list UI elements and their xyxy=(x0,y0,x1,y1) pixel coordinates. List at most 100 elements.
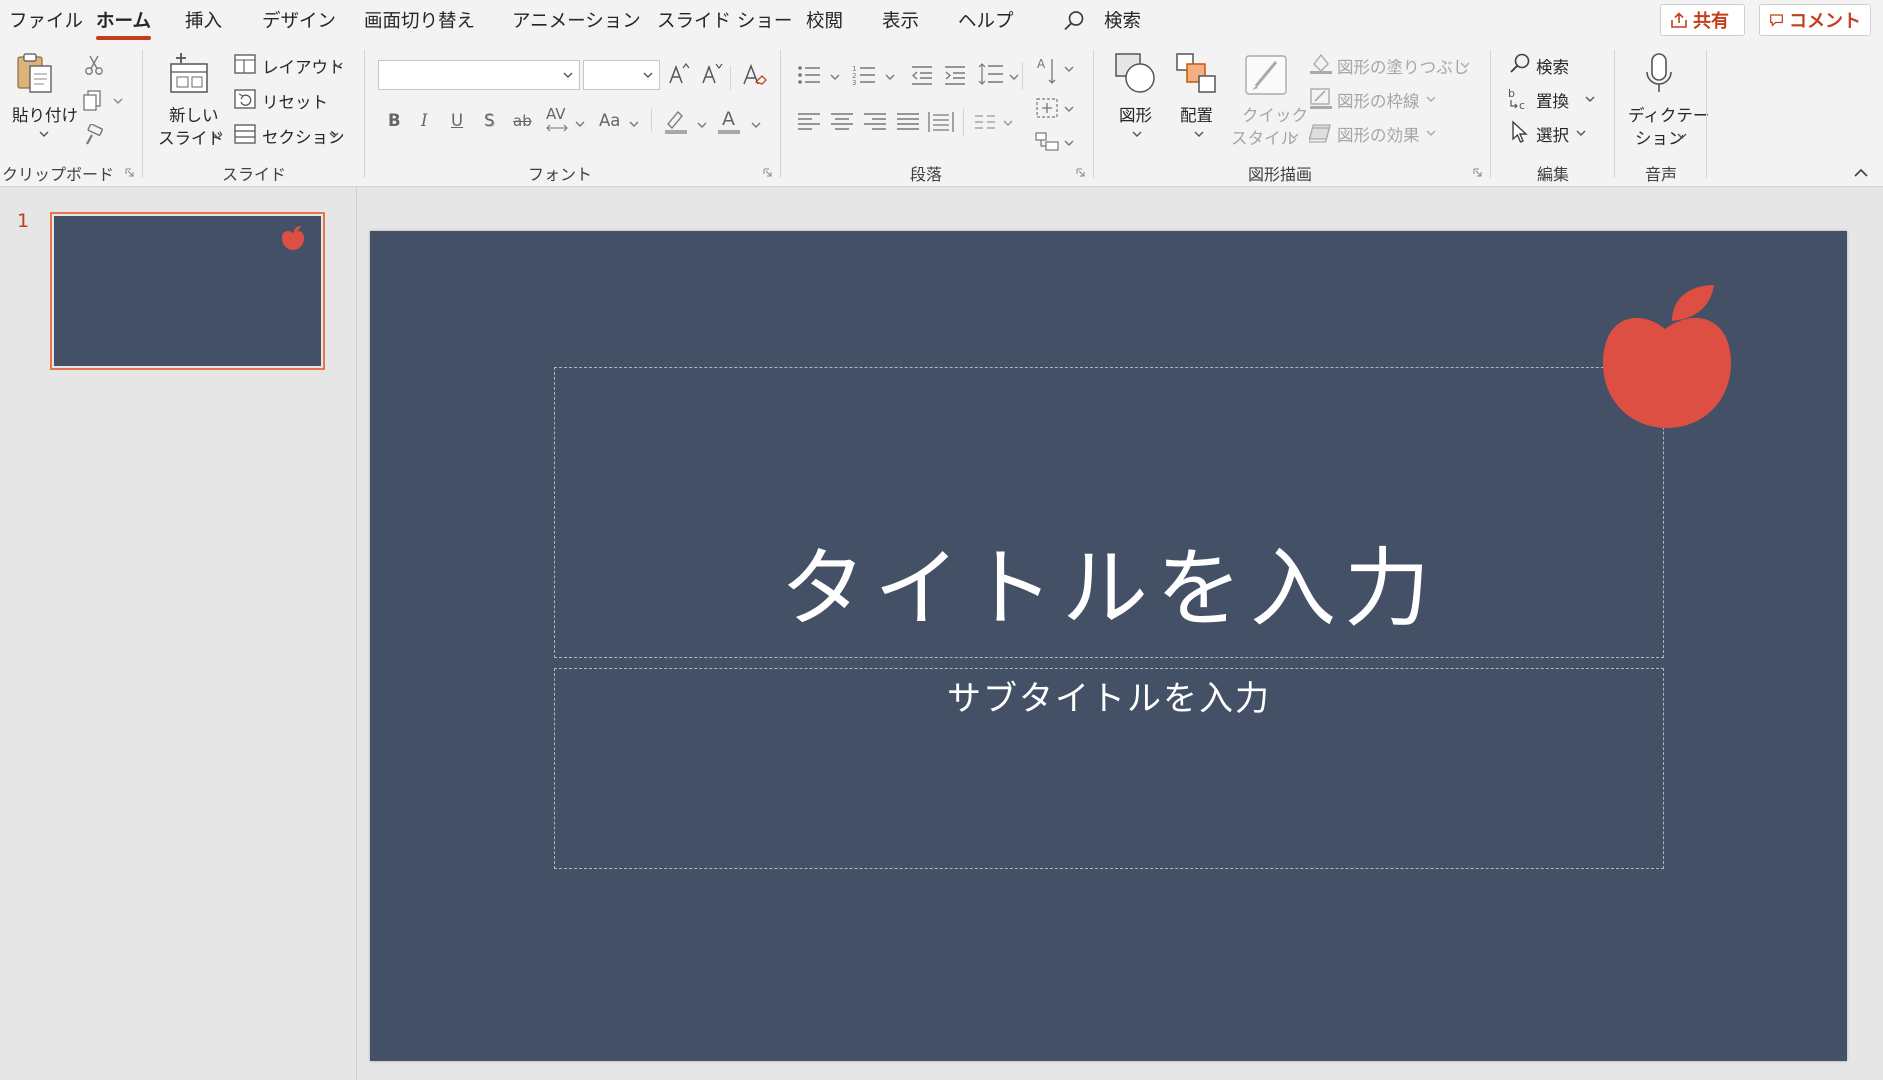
chevron-down-icon[interactable] xyxy=(563,72,573,78)
paste-icon[interactable] xyxy=(16,52,54,94)
subtitle-placeholder[interactable]: サブタイトルを入力 xyxy=(554,668,1664,869)
search-icon[interactable] xyxy=(1063,10,1085,32)
shrink-font-icon[interactable] xyxy=(701,62,723,86)
new-slide-label-1[interactable]: 新しい xyxy=(169,102,219,126)
dictate-label-1[interactable]: ディクテー xyxy=(1628,102,1709,126)
shape-effects-dropdown-icon[interactable] xyxy=(1426,130,1436,136)
strikethrough-button[interactable]: ab xyxy=(513,112,532,130)
new-slide-dropdown-icon[interactable] xyxy=(213,133,223,139)
tab-home[interactable]: ホーム xyxy=(96,7,151,40)
tab-file[interactable]: ファイル xyxy=(9,7,83,33)
tab-review[interactable]: 校閲 xyxy=(806,7,843,33)
numbering-icon[interactable]: 1 2 3 xyxy=(852,64,876,86)
clipboard-launcher-icon[interactable] xyxy=(125,168,134,177)
align-right-icon[interactable] xyxy=(863,112,887,132)
tab-transitions[interactable]: 画面切り替え xyxy=(364,7,475,33)
find-button[interactable]: 検索 xyxy=(1536,54,1569,78)
shape-fill-icon[interactable] xyxy=(1309,52,1333,74)
reset-button[interactable]: リセット xyxy=(262,89,328,113)
line-spacing-dropdown-icon[interactable] xyxy=(1009,74,1019,80)
arrange-dropdown-icon[interactable] xyxy=(1194,131,1204,137)
font-size-combo[interactable] xyxy=(583,60,660,90)
change-case-button[interactable]: Aa xyxy=(599,111,620,130)
section-dropdown-icon[interactable] xyxy=(329,132,339,138)
tab-view[interactable]: 表示 xyxy=(882,7,919,33)
shape-effects-button[interactable]: 図形の効果 xyxy=(1337,122,1420,146)
arrange-icon[interactable] xyxy=(1175,52,1219,94)
reset-icon[interactable] xyxy=(234,89,256,109)
select-button[interactable]: 選択 xyxy=(1536,122,1569,146)
replace-icon[interactable]: b c xyxy=(1507,86,1533,112)
select-cursor-icon[interactable] xyxy=(1510,120,1530,144)
tab-design[interactable]: デザイン xyxy=(262,7,336,33)
bold-button[interactable]: B xyxy=(388,111,401,130)
tab-help[interactable]: ヘルプ xyxy=(958,7,1014,33)
share-button[interactable]: 共有 xyxy=(1660,4,1745,36)
format-painter-icon[interactable] xyxy=(82,124,104,146)
shape-outline-icon[interactable] xyxy=(1309,87,1333,109)
spacing-dropdown-icon[interactable] xyxy=(575,121,585,127)
shape-outline-button[interactable]: 図形の枠線 xyxy=(1337,88,1420,112)
align-center-icon[interactable] xyxy=(830,112,854,132)
drawing-launcher-icon[interactable] xyxy=(1473,168,1482,177)
text-shadow-button[interactable]: S xyxy=(484,111,494,130)
slide-subtitle[interactable]: サブタイトルを入力 xyxy=(555,671,1663,720)
character-spacing-button[interactable]: AV xyxy=(546,105,566,123)
search-box[interactable]: 検索 xyxy=(1104,7,1141,33)
quick-styles-dropdown-icon[interactable] xyxy=(1289,133,1299,139)
slide-thumbnail[interactable] xyxy=(50,212,325,370)
underline-button[interactable]: U xyxy=(451,111,463,130)
layout-dropdown-icon[interactable] xyxy=(333,62,343,68)
microphone-icon[interactable] xyxy=(1644,52,1674,96)
replace-dropdown-icon[interactable] xyxy=(1585,96,1595,102)
shapes-button[interactable]: 図形 xyxy=(1119,102,1152,126)
layout-icon[interactable] xyxy=(234,54,256,74)
chevron-down-icon[interactable] xyxy=(643,72,653,78)
justify-icon[interactable] xyxy=(896,112,920,132)
shape-outline-dropdown-icon[interactable] xyxy=(1426,96,1436,102)
clear-formatting-icon[interactable] xyxy=(741,62,767,88)
paragraph-launcher-icon[interactable] xyxy=(1076,168,1085,177)
numbering-dropdown-icon[interactable] xyxy=(885,74,895,80)
slide-title[interactable]: タイトルを入力 xyxy=(555,518,1663,643)
font-color-button[interactable]: A xyxy=(722,108,735,130)
cut-icon[interactable] xyxy=(84,54,104,76)
align-left-icon[interactable] xyxy=(797,112,821,132)
align-text-dropdown-icon[interactable] xyxy=(1064,106,1074,112)
case-dropdown-icon[interactable] xyxy=(629,121,639,127)
increase-indent-icon[interactable] xyxy=(943,64,967,86)
line-spacing-icon[interactable] xyxy=(978,62,1004,86)
quick-styles-icon[interactable] xyxy=(1244,52,1288,96)
decrease-indent-icon[interactable] xyxy=(910,64,934,86)
text-direction-icon[interactable]: A xyxy=(1034,56,1060,86)
tab-slideshow[interactable]: スライド ショー xyxy=(657,7,792,33)
shape-fill-button[interactable]: 図形の塗りつぶし xyxy=(1337,54,1469,78)
highlight-icon[interactable] xyxy=(663,108,689,134)
distributed-icon[interactable] xyxy=(928,110,954,134)
highlight-dropdown-icon[interactable] xyxy=(697,122,707,128)
columns-icon[interactable] xyxy=(974,114,996,130)
tab-insert[interactable]: 挿入 xyxy=(185,7,222,33)
font-launcher-icon[interactable] xyxy=(763,168,772,177)
paste-button[interactable]: 貼り付け xyxy=(12,102,78,126)
tab-animations[interactable]: アニメーション xyxy=(512,7,641,33)
quick-styles-label-1[interactable]: クイック xyxy=(1242,102,1308,126)
grow-font-icon[interactable] xyxy=(668,62,690,86)
slide-canvas[interactable]: タイトルを入力 サブタイトルを入力 xyxy=(370,231,1847,1061)
collapse-ribbon-icon[interactable] xyxy=(1853,168,1869,178)
align-text-icon[interactable] xyxy=(1034,96,1060,120)
copy-dropdown-icon[interactable] xyxy=(113,98,123,104)
new-slide-icon[interactable] xyxy=(168,52,212,96)
arrange-button[interactable]: 配置 xyxy=(1180,102,1213,126)
font-name-combo[interactable] xyxy=(378,60,580,90)
shape-fill-dropdown-icon[interactable] xyxy=(1460,62,1470,68)
text-direction-dropdown-icon[interactable] xyxy=(1064,66,1074,72)
find-icon[interactable] xyxy=(1508,52,1532,76)
smartart-icon[interactable] xyxy=(1034,130,1060,152)
copy-icon[interactable] xyxy=(82,89,104,111)
paste-dropdown-icon[interactable] xyxy=(39,131,49,137)
bullets-dropdown-icon[interactable] xyxy=(830,74,840,80)
dictate-dropdown-icon[interactable] xyxy=(1677,133,1687,139)
quick-styles-button[interactable]: スタイル xyxy=(1231,125,1297,149)
shapes-dropdown-icon[interactable] xyxy=(1132,131,1142,137)
